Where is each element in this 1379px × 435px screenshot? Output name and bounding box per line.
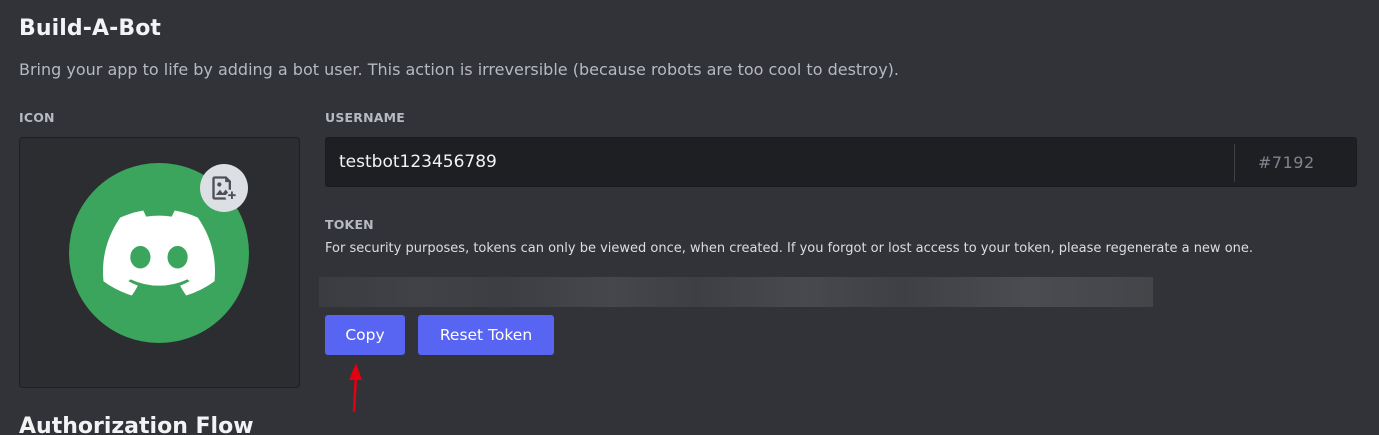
- page-subtitle: Bring your app to life by adding a bot u…: [19, 60, 899, 79]
- reset-token-button[interactable]: Reset Token: [418, 315, 554, 355]
- token-label: TOKEN: [325, 217, 374, 232]
- copy-button[interactable]: Copy: [325, 315, 405, 355]
- page-title: Build-A-Bot: [19, 16, 162, 41]
- bot-settings-page: Build-A-Bot Bring your app to life by ad…: [0, 0, 1379, 435]
- username-field[interactable]: testbot123456789 #7192: [325, 137, 1357, 187]
- image-add-icon: [212, 176, 236, 200]
- annotation-arrow-icon: [349, 363, 362, 413]
- icon-label: ICON: [19, 110, 55, 125]
- input-divider: [1234, 144, 1235, 182]
- token-value-redacted: [319, 277, 1153, 307]
- discord-logo-icon: [103, 210, 215, 296]
- username-value[interactable]: testbot123456789: [339, 152, 497, 172]
- authorization-flow-heading: Authorization Flow: [19, 414, 254, 435]
- username-label: USERNAME: [325, 110, 406, 125]
- token-description: For security purposes, tokens can only b…: [325, 241, 1254, 256]
- icon-upload-area[interactable]: [19, 137, 300, 388]
- upload-image-button[interactable]: [200, 164, 248, 212]
- discriminator: #7192: [1258, 153, 1315, 172]
